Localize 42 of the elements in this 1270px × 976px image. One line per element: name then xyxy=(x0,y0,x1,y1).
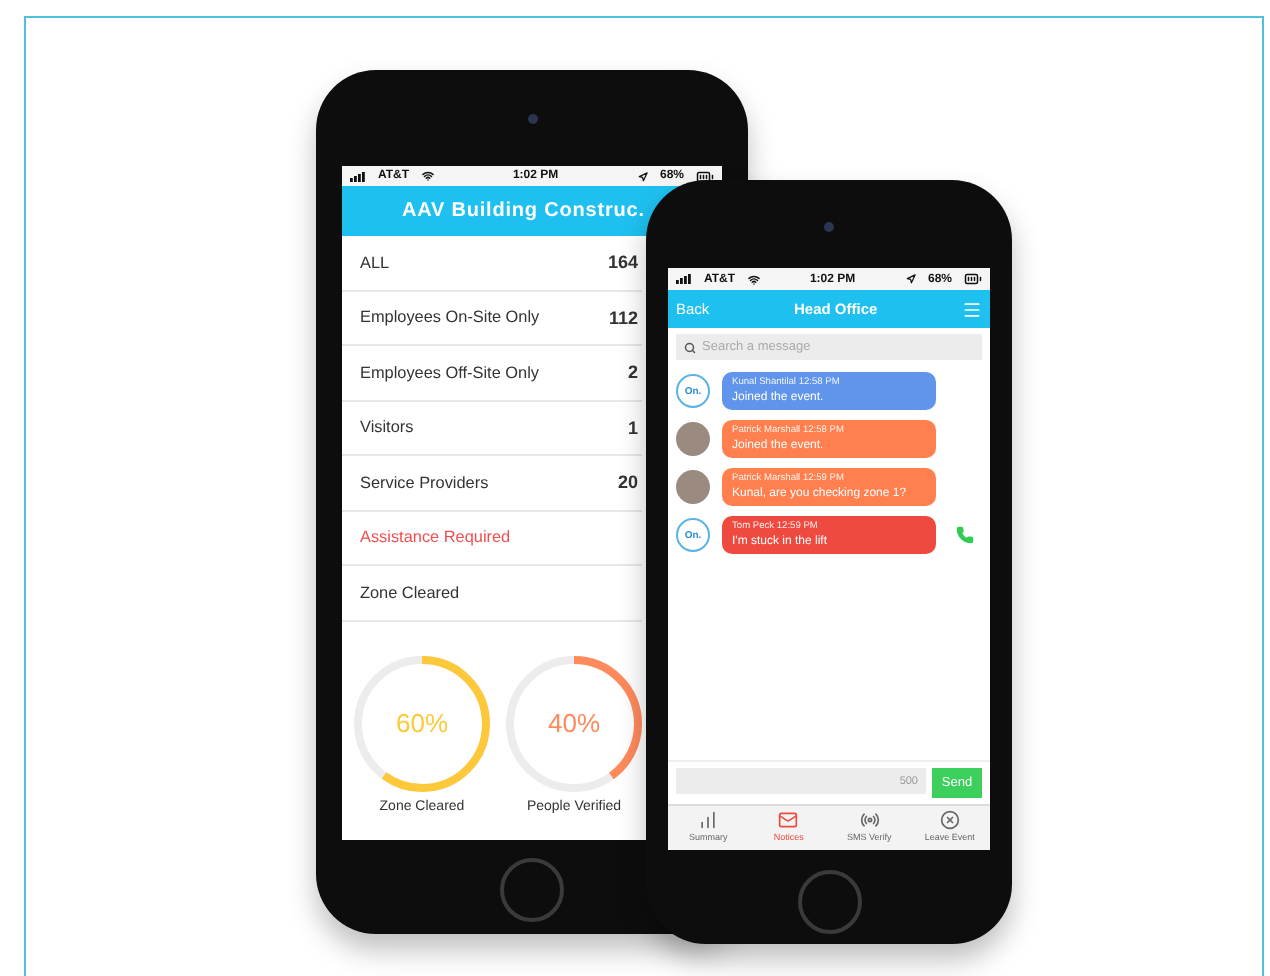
row-label: Employees On-Site Only xyxy=(360,308,540,327)
row-count: 112 xyxy=(608,307,638,328)
signal-icon xyxy=(676,274,692,284)
location-icon xyxy=(906,274,916,284)
close-icon xyxy=(939,810,960,830)
row-label: Visitors xyxy=(360,418,414,437)
list-row[interactable]: Visitors 1 xyxy=(342,401,642,456)
percent-reading: 60% xyxy=(393,707,451,737)
list-row[interactable]: Service Providers 20 xyxy=(342,456,642,511)
list-row[interactable]: ALL 164 xyxy=(342,236,642,291)
bar-chart-icon xyxy=(698,810,719,830)
list-row[interactable]: Assistance Required xyxy=(342,511,642,566)
percent-reading: 40% xyxy=(545,707,603,737)
row-count: 20 xyxy=(617,472,638,493)
row-label: ALL xyxy=(360,253,390,272)
home-button[interactable] xyxy=(500,858,564,922)
wifi-icon xyxy=(747,273,760,285)
ring-meter xyxy=(352,653,492,793)
home-button[interactable] xyxy=(797,870,861,934)
wifi-icon xyxy=(421,170,434,182)
avatar-placeholder xyxy=(676,470,710,504)
row-label: Employees Off-Site Only xyxy=(360,363,539,382)
location-icon xyxy=(638,171,648,181)
signal-icon xyxy=(350,171,366,181)
phone-icon[interactable] xyxy=(956,526,974,544)
row-label: Service Providers xyxy=(360,473,489,492)
list-row[interactable]: Employees Off-Site Only 2 xyxy=(342,346,642,401)
search-icon xyxy=(684,341,696,353)
row-count: 2 xyxy=(627,362,638,383)
screen-title: AAV Building Construc. xyxy=(400,200,645,222)
row-count: 164 xyxy=(607,252,638,273)
list-row[interactable]: Employees On-Site Only 112 xyxy=(342,291,642,346)
row-label: Assistance Required xyxy=(360,528,511,547)
envelope-icon xyxy=(778,810,799,830)
radio-waves-icon xyxy=(859,810,880,830)
row-label: Zone Cleared xyxy=(360,583,460,602)
menu-icon[interactable] xyxy=(962,299,982,319)
row-count: 1 xyxy=(627,417,638,438)
avatar-placeholder xyxy=(676,422,710,456)
battery-icon xyxy=(964,270,983,288)
list-row[interactable]: Zone Cleared xyxy=(342,566,642,621)
ring-meter xyxy=(504,653,644,793)
